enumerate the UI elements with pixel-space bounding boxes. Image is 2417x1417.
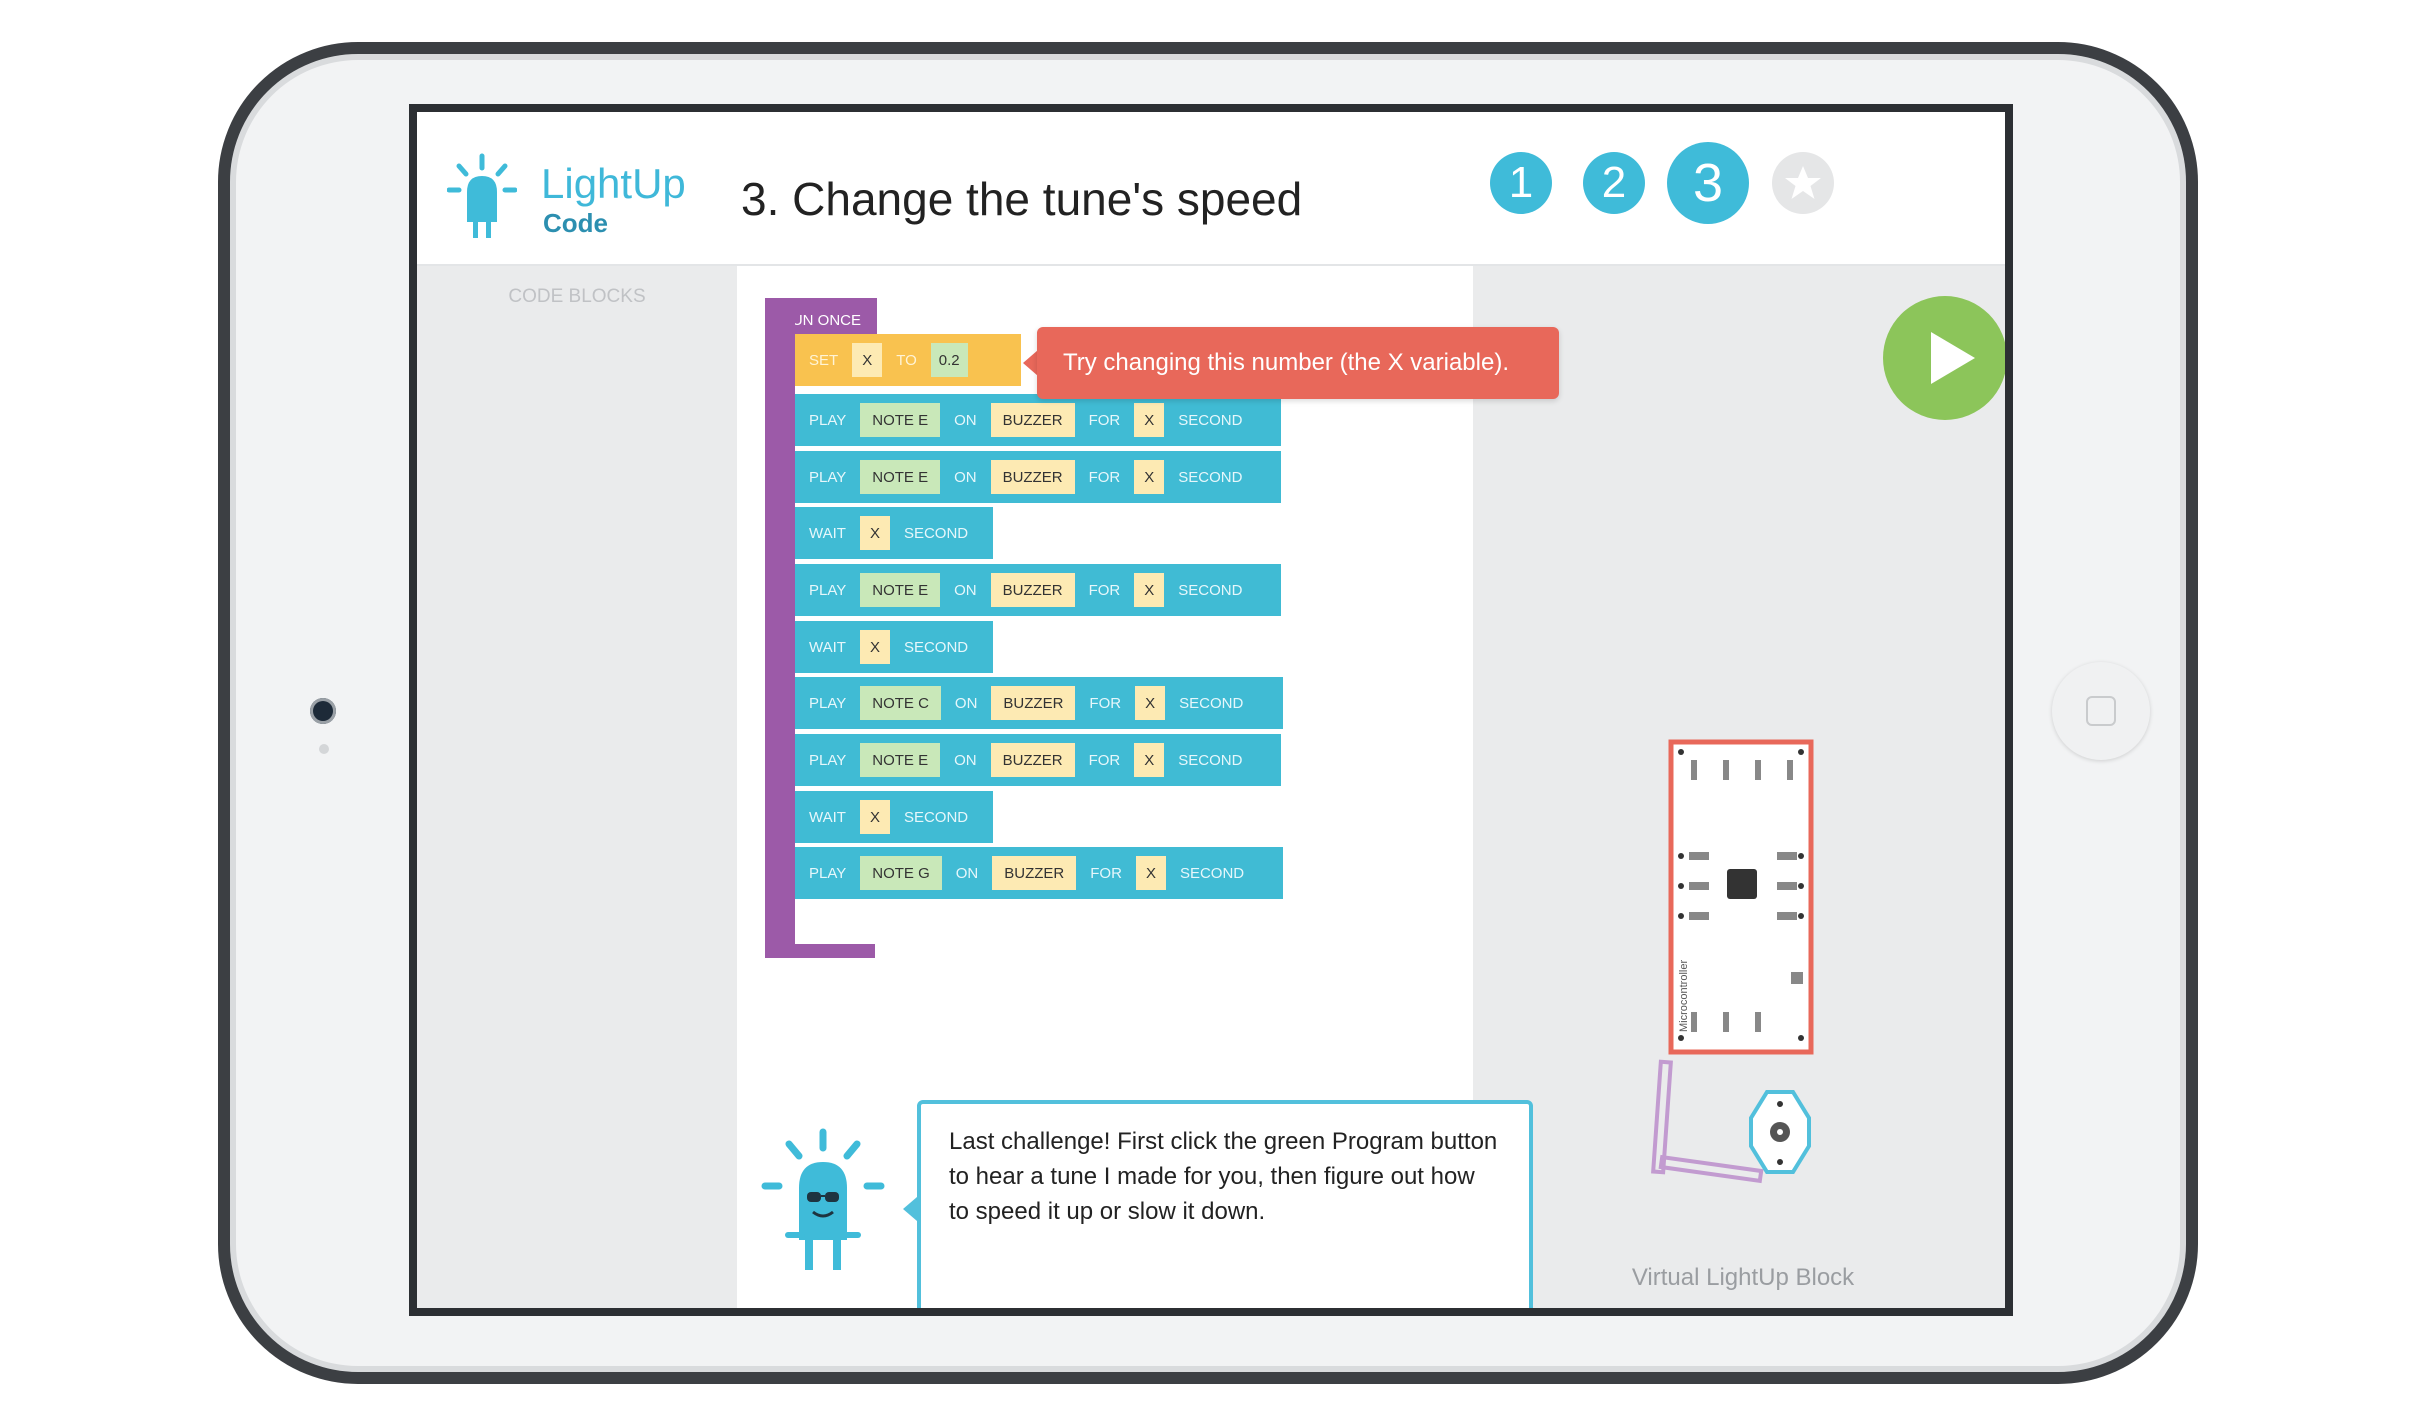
second-keyword: SECOND xyxy=(1178,411,1243,429)
note-dropdown[interactable]: NOTE G xyxy=(860,856,942,890)
wait-keyword: WAIT xyxy=(809,808,846,826)
play-note-block[interactable]: PLAY NOTE G ON BUZZER FOR X SECOND xyxy=(795,847,1283,899)
virtual-block-label: Virtual LightUp Block xyxy=(1631,1264,1855,1291)
board-label: Microcontroller xyxy=(1678,960,1690,1032)
second-keyword: SECOND xyxy=(1179,864,1245,882)
header: LightUp Code 3. Change the tune's speed … xyxy=(417,112,2005,266)
page-title: 3. Change the tune's speed xyxy=(741,173,1303,225)
set-keyword: SET xyxy=(809,351,839,369)
tooltip-pointer xyxy=(1023,350,1038,376)
wait-block[interactable]: WAIT X SECOND xyxy=(795,621,993,673)
app-screen: LightUp Code 3. Change the tune's speed … xyxy=(409,104,2013,1316)
microcontroller-board-icon: Microcontroller xyxy=(1651,739,1814,1184)
note-dropdown[interactable]: NOTE E xyxy=(860,460,941,494)
for-keyword: FOR xyxy=(1090,864,1122,882)
program-play-button[interactable] xyxy=(1883,296,2005,420)
play-keyword: PLAY xyxy=(809,468,847,486)
wait-variable-slot[interactable]: X xyxy=(859,516,890,550)
play-keyword: PLAY xyxy=(809,751,847,769)
on-keyword: ON xyxy=(955,864,979,882)
duration-variable-slot[interactable]: X xyxy=(1134,403,1165,437)
set-variable-block[interactable]: SET X TO 0.2 xyxy=(795,334,1021,386)
wait-block[interactable]: WAIT X SECOND xyxy=(795,791,993,843)
play-note-block[interactable]: PLAY NOTE E ON BUZZER FOR X SECOND xyxy=(795,451,1281,503)
set-value-input[interactable]: 0.2 xyxy=(930,343,968,377)
run-once-footer xyxy=(765,944,875,958)
home-button[interactable] xyxy=(2052,662,2150,760)
device-dropdown[interactable]: BUZZER xyxy=(990,573,1075,607)
play-icon xyxy=(1931,332,1975,384)
second-keyword: SECOND xyxy=(1178,468,1243,486)
on-keyword: ON xyxy=(954,468,977,486)
note-dropdown[interactable]: NOTE E xyxy=(860,573,941,607)
set-variable-slot[interactable]: X xyxy=(852,343,883,377)
duration-variable-slot[interactable]: X xyxy=(1134,460,1165,494)
on-keyword: ON xyxy=(954,411,977,429)
device-dropdown[interactable]: BUZZER xyxy=(991,686,1076,720)
wait-variable-slot[interactable]: X xyxy=(859,630,890,664)
mascot-speech-bubble: Last challenge! First click the green Pr… xyxy=(917,1100,1533,1308)
note-dropdown[interactable]: NOTE C xyxy=(860,686,941,720)
play-note-block[interactable]: PLAY NOTE E ON BUZZER FOR X SECOND xyxy=(795,734,1281,786)
note-dropdown[interactable]: NOTE E xyxy=(860,743,941,777)
duration-variable-slot[interactable]: X xyxy=(1134,743,1165,777)
device-dropdown[interactable]: BUZZER xyxy=(990,460,1075,494)
to-keyword: TO xyxy=(896,351,917,369)
wait-variable-slot[interactable]: X xyxy=(859,800,890,834)
on-keyword: ON xyxy=(954,581,977,599)
wait-keyword: WAIT xyxy=(809,524,846,542)
for-keyword: FOR xyxy=(1088,751,1121,769)
device-dropdown[interactable]: BUZZER xyxy=(990,743,1075,777)
wait-block[interactable]: WAIT X SECOND xyxy=(795,507,993,559)
on-keyword: ON xyxy=(954,694,978,712)
on-keyword: ON xyxy=(954,751,977,769)
second-keyword: SECOND xyxy=(903,524,969,542)
mascot-icon xyxy=(761,1128,885,1270)
second-keyword: SECOND xyxy=(1178,581,1243,599)
step-3-button[interactable]: 3 xyxy=(1667,142,1749,224)
play-keyword: PLAY xyxy=(809,864,847,882)
duration-variable-slot[interactable]: X xyxy=(1134,573,1165,607)
play-note-block[interactable]: PLAY NOTE E ON BUZZER FOR X SECOND xyxy=(795,394,1281,446)
for-keyword: FOR xyxy=(1088,411,1121,429)
step-2-button[interactable]: 2 xyxy=(1583,152,1645,214)
for-keyword: FOR xyxy=(1088,468,1121,486)
speech-pointer xyxy=(903,1197,917,1221)
second-keyword: SECOND xyxy=(1178,751,1243,769)
run-once-spine xyxy=(765,298,795,958)
camera-icon xyxy=(310,698,336,724)
duration-variable-slot[interactable]: X xyxy=(1135,686,1166,720)
star-icon xyxy=(1785,166,1821,199)
play-keyword: PLAY xyxy=(809,411,847,429)
second-keyword: SECOND xyxy=(1179,694,1244,712)
for-keyword: FOR xyxy=(1089,694,1122,712)
duration-variable-slot[interactable]: X xyxy=(1135,856,1166,890)
play-keyword: PLAY xyxy=(809,694,847,712)
star-step-button[interactable] xyxy=(1772,152,1834,214)
wait-keyword: WAIT xyxy=(809,638,846,656)
sensor-dot xyxy=(319,744,329,754)
code-blocks-label: CODE BLOCKS xyxy=(508,286,646,307)
lightup-logo-icon xyxy=(447,153,517,238)
play-keyword: PLAY xyxy=(809,581,847,599)
step-1-button[interactable]: 1 xyxy=(1490,152,1552,214)
second-keyword: SECOND xyxy=(903,808,969,826)
code-blocks-panel: CODE BLOCKS xyxy=(417,266,737,1308)
note-dropdown[interactable]: NOTE E xyxy=(860,403,941,437)
for-keyword: FOR xyxy=(1088,581,1121,599)
play-note-block[interactable]: PLAY NOTE E ON BUZZER FOR X SECOND xyxy=(795,564,1281,616)
home-square-icon xyxy=(2086,696,2116,726)
play-note-block[interactable]: PLAY NOTE C ON BUZZER FOR X SECOND xyxy=(795,677,1283,729)
second-keyword: SECOND xyxy=(903,638,969,656)
logo-wordmark: LightUp xyxy=(541,160,686,207)
device-dropdown[interactable]: BUZZER xyxy=(992,856,1077,890)
device-dropdown[interactable]: BUZZER xyxy=(990,403,1075,437)
hint-tooltip: Try changing this number (the X variable… xyxy=(1037,327,1559,399)
logo-subtitle: Code xyxy=(543,208,608,238)
